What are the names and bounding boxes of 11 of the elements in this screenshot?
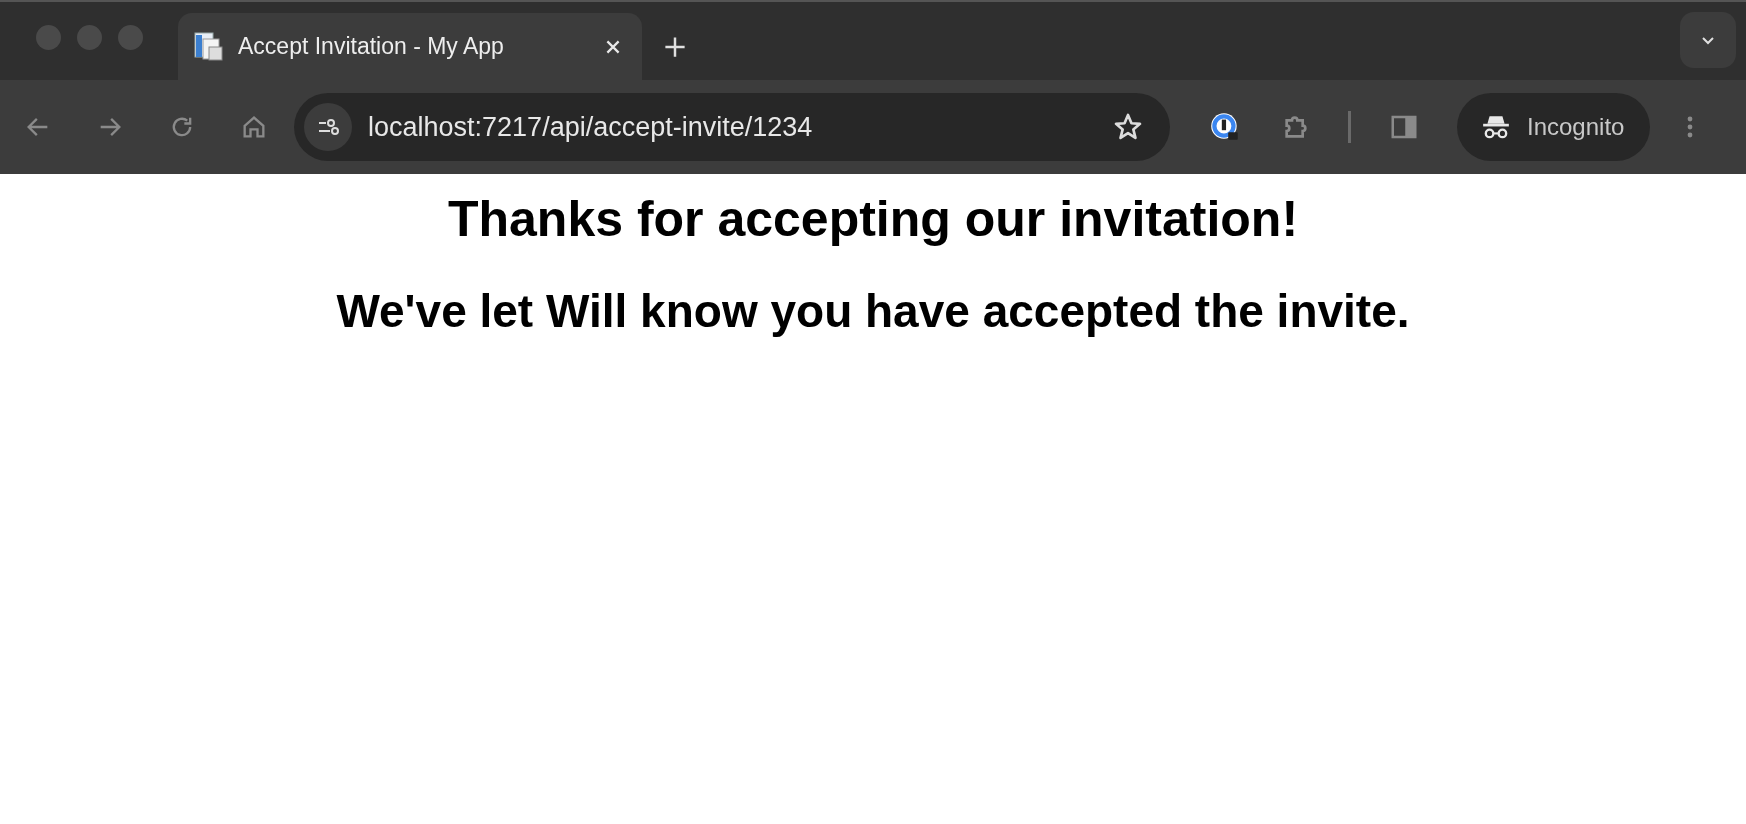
page-heading: Thanks for accepting our invitation!	[446, 190, 1300, 248]
browser-tab[interactable]: Accept Invitation - My App	[178, 13, 642, 80]
address-bar[interactable]: localhost:7217/api/accept-invite/1234	[294, 93, 1170, 161]
document-icon	[192, 30, 224, 63]
incognito-button[interactable]: Incognito	[1457, 93, 1651, 161]
url-text: localhost:7217/api/accept-invite/1234	[368, 111, 813, 143]
incognito-icon	[1481, 114, 1511, 140]
page-subheading: We've let Will know you have accepted the invite.	[335, 284, 1411, 338]
tab-title: Accept Invitation - My App	[238, 33, 505, 60]
site-settings-button[interactable]	[304, 103, 352, 151]
new-tab-icon[interactable]	[664, 36, 686, 58]
